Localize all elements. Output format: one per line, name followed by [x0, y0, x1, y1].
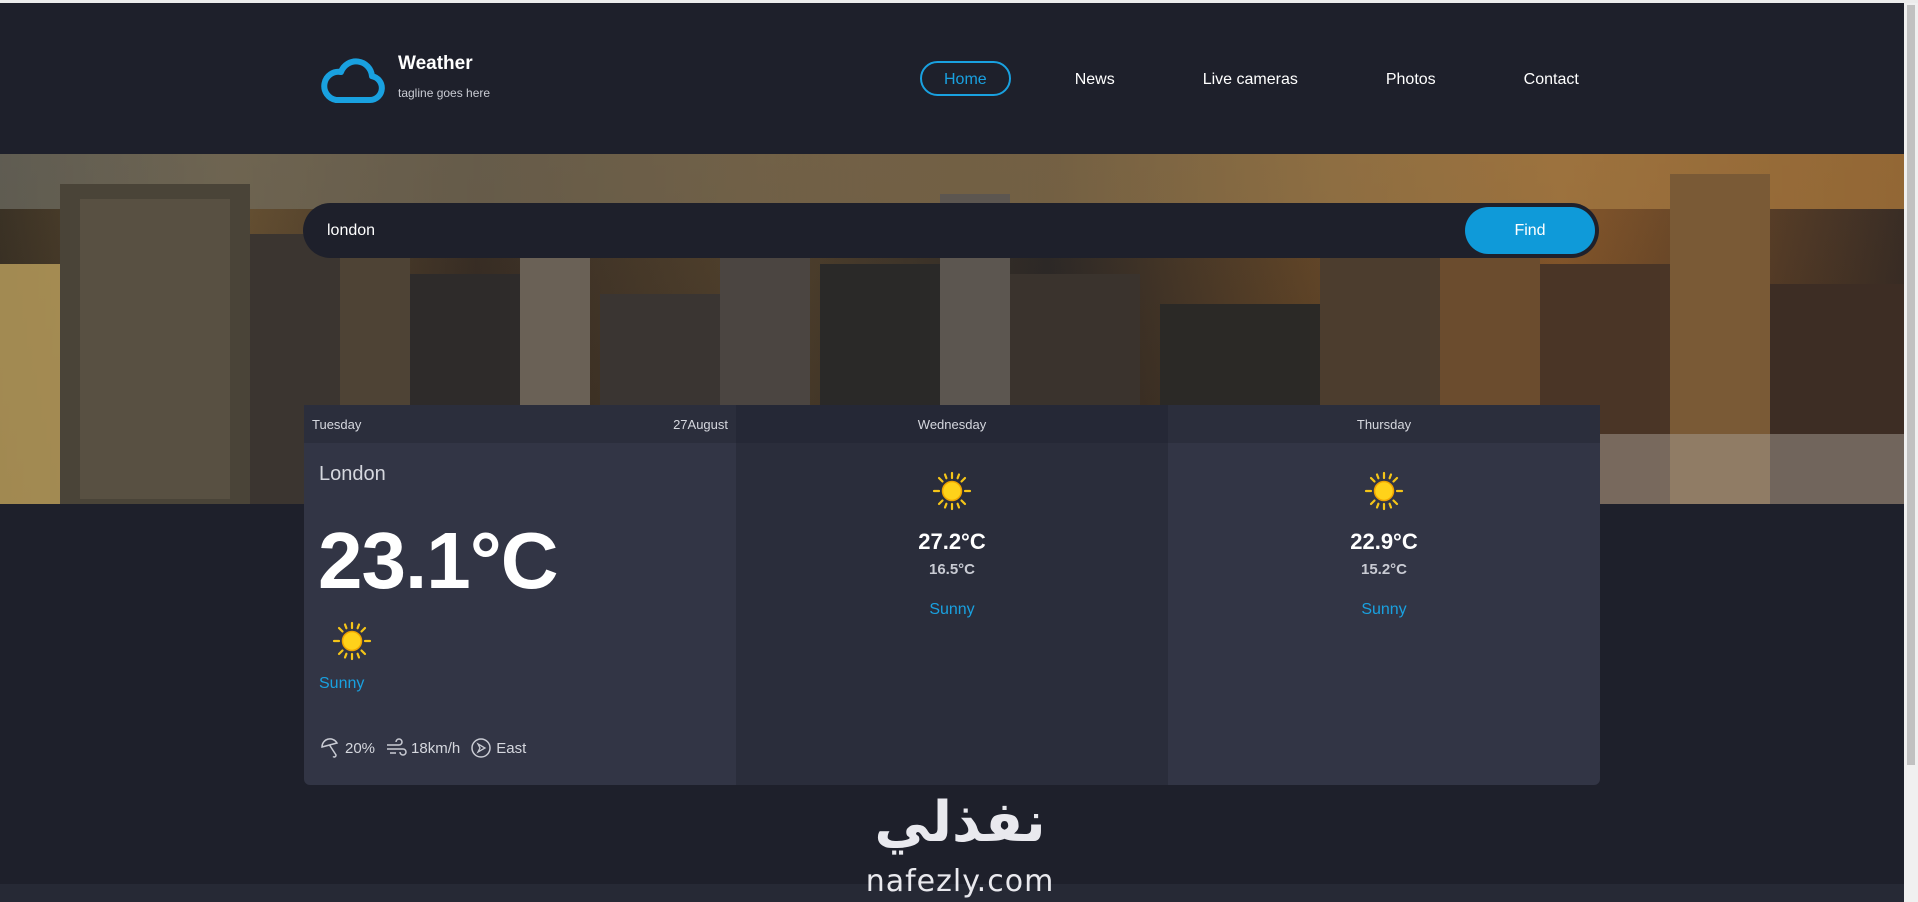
umbrella-icon	[321, 738, 339, 758]
max-temperature: 27.2°C	[918, 529, 986, 554]
forecast-today: Tuesday 27August London 23.1°C Sunny 20%…	[304, 405, 736, 785]
min-temperature: 15.2°C	[1360, 561, 1408, 578]
forecast-day: Wednesday 27.2°C 16.5°C Sunny	[736, 405, 1168, 785]
cloud-icon	[321, 58, 385, 103]
precipitation-value: 20%	[345, 739, 376, 757]
sun-icon	[932, 471, 972, 511]
today-date: 27August	[673, 416, 728, 432]
precipitation: 20%	[319, 737, 375, 759]
min-temperature: 16.5°C	[928, 561, 976, 578]
search-bar: Find	[303, 203, 1599, 258]
max-temperature: 22.9°C	[1350, 529, 1418, 554]
today-condition: Sunny	[319, 675, 365, 692]
wind-direction-value: East	[496, 739, 527, 757]
browser-top-edge	[0, 0, 1918, 3]
page-scrollbar[interactable]	[1904, 3, 1918, 902]
nav-photos[interactable]: Photos	[1362, 61, 1460, 96]
wind-icon	[387, 738, 407, 756]
main-nav: Home News Live cameras Photos Contact	[920, 61, 1603, 96]
logo-text: Weather tagline goes here	[398, 52, 490, 100]
site-logo[interactable]: Weather tagline goes here	[318, 52, 490, 108]
current-temperature: 23.1°C	[318, 516, 558, 605]
watermark-latin: nafezly.com	[865, 864, 1055, 899]
scrollbar-thumb[interactable]	[1907, 5, 1915, 765]
tagline: tagline goes here	[398, 86, 491, 100]
watermark-arabic: نفذلي	[874, 790, 1046, 855]
wind-speed-value: 18km/h	[411, 739, 461, 757]
day-icon-wrap	[736, 471, 1168, 511]
today-header: Tuesday 27August	[304, 405, 736, 443]
find-button[interactable]: Find	[1465, 207, 1595, 254]
today-details: 20% 18km/h East	[319, 737, 536, 759]
nav-contact[interactable]: Contact	[1500, 61, 1603, 96]
nav-live-cameras[interactable]: Live cameras	[1179, 61, 1322, 96]
day-icon-wrap	[1168, 471, 1600, 511]
day-condition: Sunny	[1361, 601, 1407, 618]
day-name: Wednesday	[917, 416, 987, 432]
sun-icon	[1364, 471, 1404, 511]
forecast-day: Thursday 22.9°C 15.2°C Sunny	[1168, 405, 1600, 785]
day-header: Thursday	[1168, 405, 1600, 443]
wind-direction: East	[470, 737, 526, 759]
day-name: Thursday	[1356, 416, 1412, 432]
location-name: London	[319, 463, 386, 485]
today-day: Tuesday	[312, 416, 362, 432]
sun-icon	[332, 621, 372, 661]
site-title: Weather	[398, 53, 473, 74]
day-condition: Sunny	[929, 601, 975, 618]
forecast-panel: Tuesday 27August London 23.1°C Sunny 20%…	[304, 405, 1600, 785]
nav-home[interactable]: Home	[920, 61, 1011, 96]
compass-icon	[471, 738, 491, 758]
day-header: Wednesday	[736, 405, 1168, 443]
wind-speed: 18km/h	[385, 737, 460, 759]
nav-news[interactable]: News	[1051, 61, 1139, 96]
watermark: نفذلي nafezly.com	[850, 790, 1070, 902]
search-input[interactable]	[303, 203, 1465, 258]
